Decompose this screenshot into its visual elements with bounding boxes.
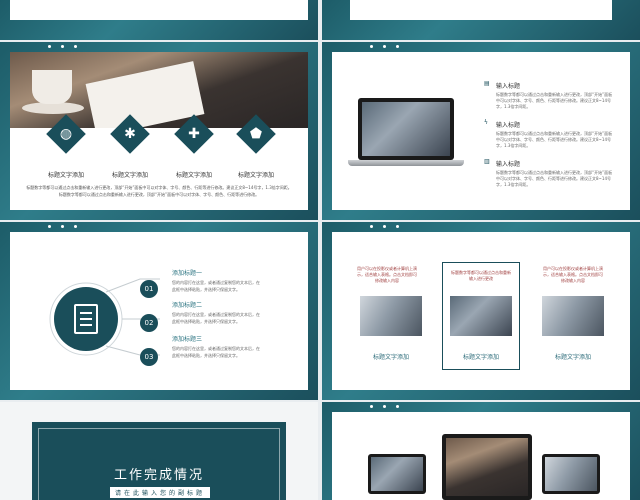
item-3-title: 输入标题	[496, 161, 521, 168]
card-1-caption: 标题文字添加	[372, 354, 409, 361]
slide-6-thumbnail[interactable]: 用户可以在投影仪或者计算机上演示，适合输入表格。点击文档即可修改输入内容 标题文…	[322, 222, 640, 400]
step-3-number: 03	[140, 348, 158, 366]
feature-label-2: 标题文字添加	[111, 172, 148, 179]
item-2-title: 输入标题	[496, 122, 521, 129]
card-1-photo	[360, 296, 422, 336]
laptop-base	[348, 160, 464, 166]
step-1-title: 添加标题一	[172, 270, 203, 277]
card-2-caption: 标题文字添加	[462, 354, 499, 361]
step-1-text-line-2: 此框中选择粘贴，并选择只保留文字。	[172, 287, 240, 292]
slide-3-thumbnail[interactable]: ◍ ✱ ✚ ⬟ 标题文字添加 标题文字添加 标题文字添加 标题文字添加 标题数字…	[0, 42, 318, 220]
slide-dots	[48, 45, 77, 48]
card-1-text: 用户可以在投影仪或者计算机上演示，适合输入表格。点击文档即可修改输入内容	[357, 266, 417, 283]
aperture-icon: ✱	[124, 126, 136, 142]
card-3-photo	[542, 296, 604, 336]
shield-icon: ⬟	[249, 126, 263, 142]
slide-7-thumbnail[interactable]: 工作完成情况 请在此输入您的副标题	[0, 402, 318, 500]
left-laptop-photo	[371, 457, 423, 491]
desk-photo	[10, 52, 308, 128]
item-2-text: 标题数字等都可以通过点击和重新输入进行更改，顶部“开始”面板中可以对字体、字号、…	[496, 131, 613, 148]
feature-label-1: 标题文字添加	[47, 172, 84, 179]
step-3-title: 添加标题三	[172, 336, 203, 343]
right-laptop-photo	[545, 457, 597, 491]
slide-5-thumbnail[interactable]: 01 02 03 添加标题一 您的内容打在这里，或者通过复制您的文本后，在 此框…	[0, 222, 318, 400]
step-2-text-line-1: 您的内容打在这里，或者通过复制您的文本后，在	[172, 312, 260, 317]
feature-label-4: 标题文字添加	[237, 172, 274, 179]
center-laptop-photo	[446, 438, 528, 496]
globe-icon: ◍	[59, 126, 73, 142]
clipboard-icon	[74, 304, 98, 334]
slide-dots	[370, 45, 399, 48]
slide-2-content	[350, 0, 612, 20]
slide-8-content	[332, 412, 630, 500]
item-1-icon: ▤	[484, 80, 490, 87]
item-3-text: 标题数字等都可以通过点击和重新输入进行更改，顶部“开始”面板中可以对字体、字号、…	[496, 170, 613, 187]
coffee-cup-shape	[32, 70, 72, 104]
step-2-title: 添加标题二	[172, 302, 203, 309]
body-paragraph-line-2: 标题数字等都可以通过点击和重新输入进行更改，顶部“开始”面板中可以对字体、字号、…	[58, 192, 260, 197]
notebook-shape	[85, 61, 205, 128]
slide-1-content	[10, 0, 308, 20]
slide-8-thumbnail[interactable]	[322, 402, 640, 500]
step-2-number: 02	[140, 314, 158, 332]
slide-3-content: ◍ ✱ ✚ ⬟ 标题文字添加 标题文字添加 标题文字添加 标题文字添加 标题数字…	[10, 52, 308, 210]
slide-dots	[48, 225, 77, 228]
slide-4-content: ▤ 输入标题 标题数字等都可以通过点击和重新输入进行更改，顶部“开始”面板中可以…	[332, 52, 630, 210]
body-paragraph-line-1: 标题数字等都可以通过点击和重新输入进行更改，顶部“开始”面板中可以对字体、字号、…	[26, 185, 292, 190]
card-2-text: 标题数字等都可以通过点击和重新输入进行更改	[451, 270, 511, 281]
item-1-title: 输入标题	[496, 83, 521, 90]
slide-subtitle: 请在此输入您的副标题	[114, 490, 205, 497]
slide-dots	[370, 225, 399, 228]
card-3-text: 用户可以在投影仪或者计算机上演示，适合输入表格。点击文档即可修改输入内容	[543, 266, 603, 283]
slide-1-thumbnail[interactable]	[0, 0, 318, 40]
item-1-text: 标题数字等都可以通过点击和重新输入进行更改，顶部“开始”面板中可以对字体、字号、…	[496, 92, 613, 109]
slide-title: 工作完成情况	[113, 468, 204, 483]
card-2-photo	[450, 296, 512, 336]
step-1-number: 01	[140, 280, 158, 298]
card-3-caption: 标题文字添加	[554, 354, 591, 361]
laptop-meeting-photo	[362, 102, 450, 156]
slide-4-thumbnail[interactable]: ▤ 输入标题 标题数字等都可以通过点击和重新输入进行更改，顶部“开始”面板中可以…	[322, 42, 640, 220]
step-3-text-line-1: 您的内容打在这里，或者通过复制您的文本后，在	[172, 346, 260, 351]
slide-5-content: 01 02 03 添加标题一 您的内容打在这里，或者通过复制您的文本后，在 此框…	[10, 232, 308, 390]
item-3-icon: ▥	[484, 158, 490, 165]
slide-dots	[370, 405, 399, 408]
step-3-text-line-2: 此框中选择粘贴，并选择只保留文字。	[172, 353, 240, 358]
plus-icon: ✚	[188, 126, 200, 142]
slide-6-content: 用户可以在投影仪或者计算机上演示，适合输入表格。点击文档即可修改输入内容 标题文…	[332, 232, 630, 390]
slide-2-thumbnail[interactable]	[322, 0, 640, 40]
step-2-text-line-2: 此框中选择粘贴，并选择只保留文字。	[172, 319, 240, 324]
step-1-text-line-1: 您的内容打在这里，或者通过复制您的文本后，在	[172, 280, 260, 285]
feature-label-3: 标题文字添加	[175, 172, 212, 179]
item-2-icon: ϟ	[484, 119, 488, 126]
